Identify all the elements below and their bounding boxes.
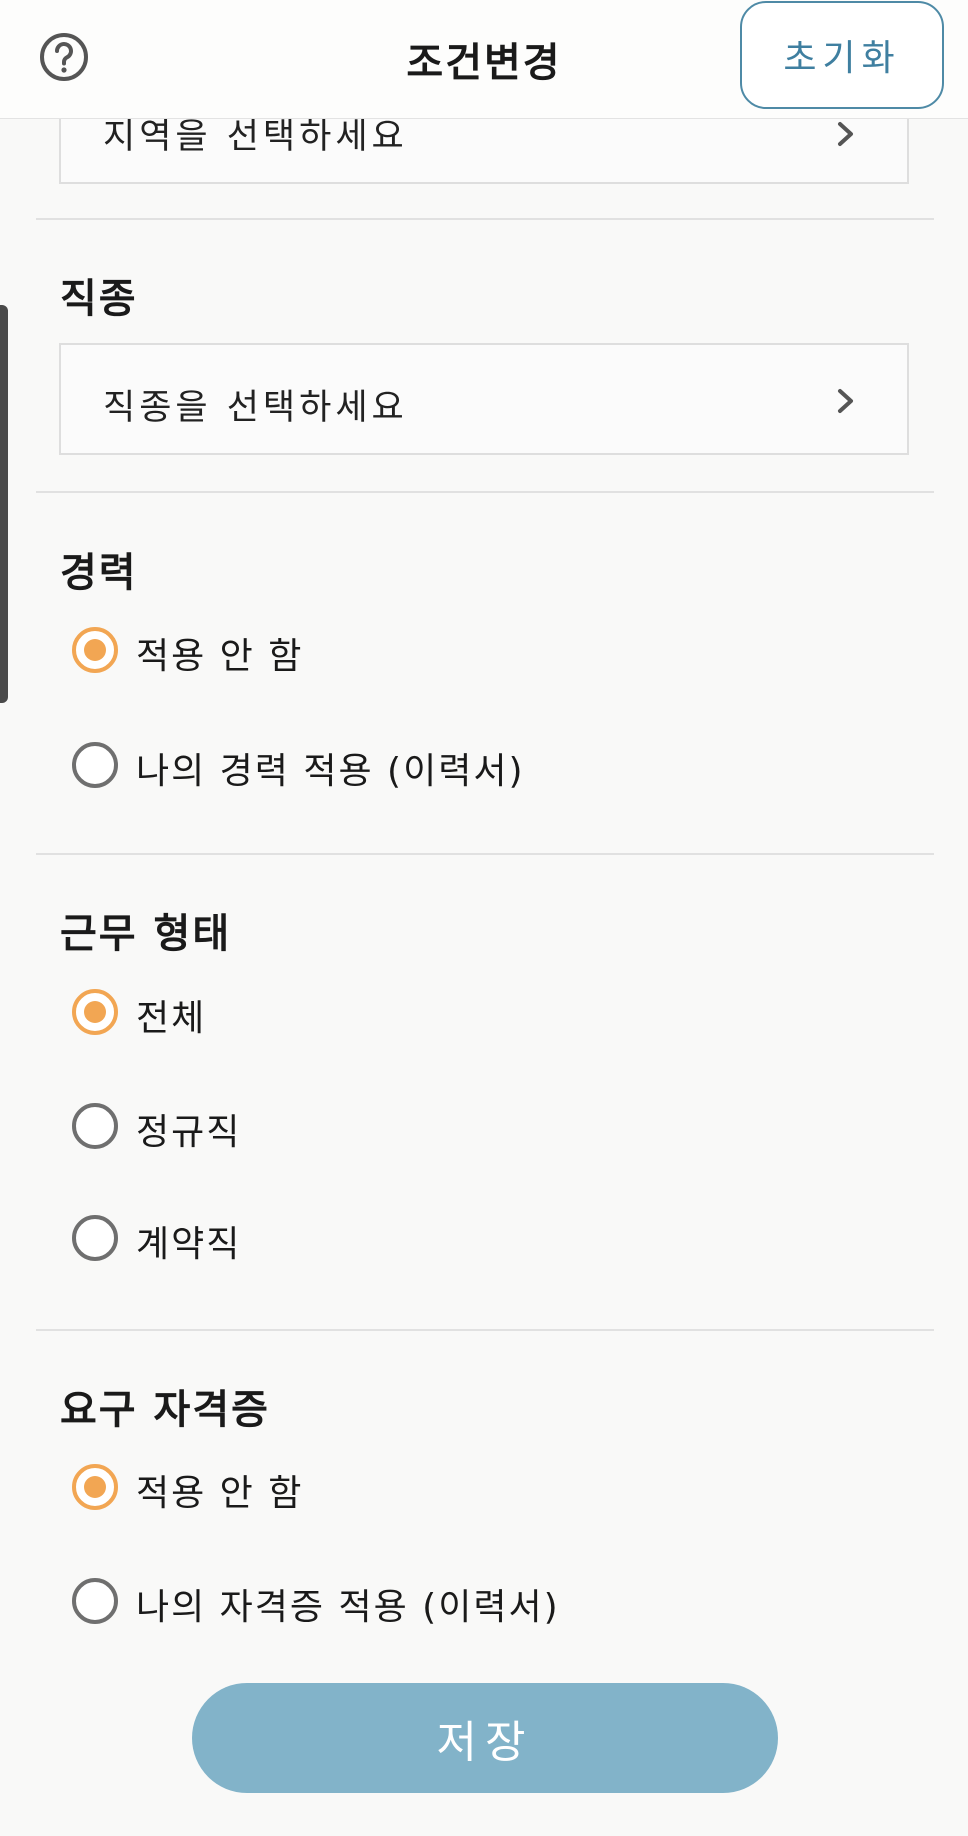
filter-page: 지역을 선택하세요 직종 직종을 선택하세요 경력 적용 안 함 나의 경력 적… <box>0 0 968 1836</box>
radio-selected-icon[interactable] <box>72 627 118 673</box>
employment-option-regular[interactable]: 정규직 <box>72 1096 772 1156</box>
employment-option-contract-label: 계약직 <box>136 1224 242 1265</box>
divider <box>36 853 934 855</box>
job-type-select[interactable]: 직종을 선택하세요 <box>59 343 909 455</box>
save-button[interactable]: 저장 <box>192 1683 778 1793</box>
employment-title: 근무 형태 <box>60 911 232 957</box>
career-option-none[interactable]: 적용 안 함 <box>72 620 772 680</box>
divider <box>36 218 934 220</box>
certificate-option-none-label: 적용 안 함 <box>136 1473 304 1514</box>
certificate-title: 요구 자격증 <box>60 1387 270 1433</box>
radio-selected-icon[interactable] <box>72 989 118 1035</box>
career-option-resume[interactable]: 나의 경력 적용 (이력서) <box>72 735 772 795</box>
reset-button[interactable]: 초기화 <box>740 1 944 109</box>
career-option-none-label: 적용 안 함 <box>136 636 304 677</box>
career-title: 경력 <box>60 550 138 596</box>
employment-option-all-label: 전체 <box>136 998 207 1039</box>
radio-unselected-icon[interactable] <box>72 1215 118 1261</box>
career-option-resume-label: 나의 경력 적용 (이력서) <box>136 751 525 792</box>
divider <box>36 1329 934 1331</box>
radio-unselected-icon[interactable] <box>72 1578 118 1624</box>
job-type-select-placeholder: 직종을 선택하세요 <box>103 388 408 428</box>
chevron-right-icon <box>838 389 853 413</box>
scroll-indicator[interactable] <box>0 305 8 703</box>
certificate-option-resume[interactable]: 나의 자격증 적용 (이력서) <box>72 1571 772 1631</box>
certificate-option-none[interactable]: 적용 안 함 <box>72 1457 772 1517</box>
app-header: 조건변경 초기화 <box>0 0 968 119</box>
employment-option-contract[interactable]: 계약직 <box>72 1208 772 1268</box>
certificate-option-resume-label: 나의 자격증 적용 (이력서) <box>136 1587 560 1628</box>
radio-unselected-icon[interactable] <box>72 742 118 788</box>
radio-selected-icon[interactable] <box>72 1464 118 1510</box>
employment-option-all[interactable]: 전체 <box>72 982 772 1042</box>
employment-option-regular-label: 정규직 <box>136 1112 242 1153</box>
chevron-right-icon <box>838 122 853 146</box>
radio-unselected-icon[interactable] <box>72 1103 118 1149</box>
job-type-title: 직종 <box>60 276 138 322</box>
divider <box>36 491 934 493</box>
